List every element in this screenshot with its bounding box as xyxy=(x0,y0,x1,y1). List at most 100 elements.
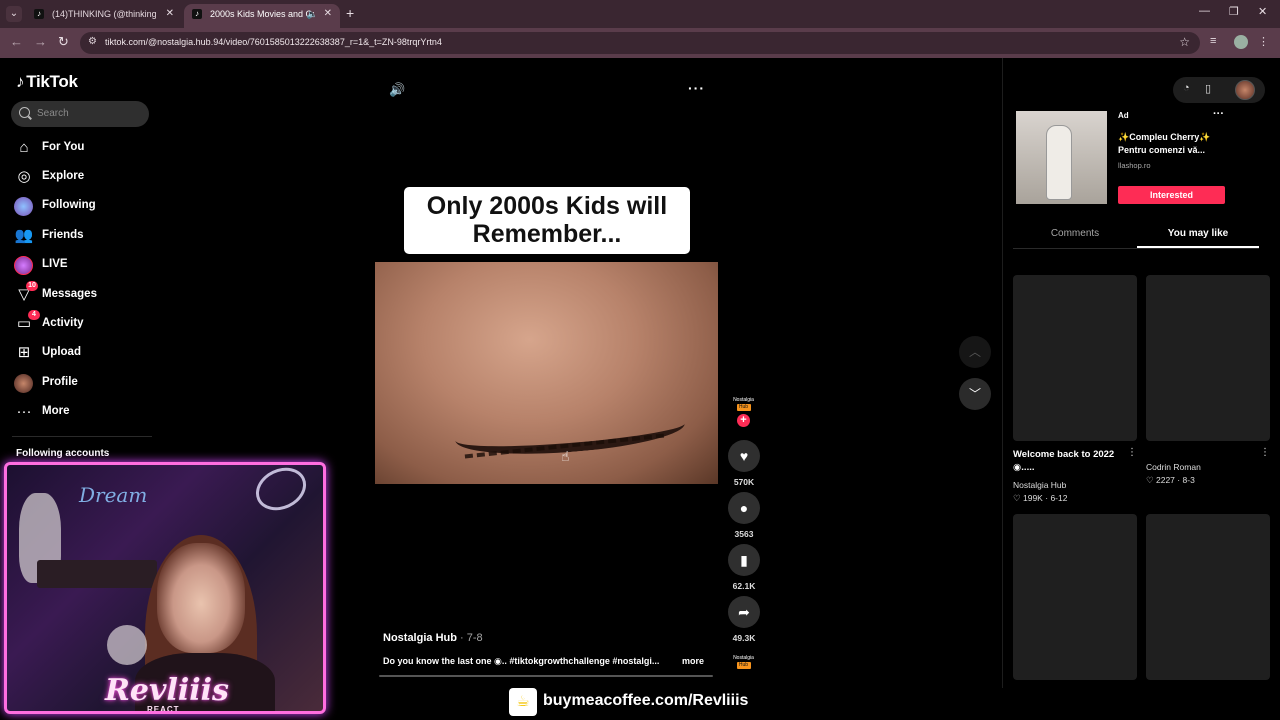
close-window-button[interactable]: ✕ xyxy=(1258,5,1267,18)
nav-friends[interactable]: 👥 Friends xyxy=(14,226,154,248)
heart-icon: ♥ xyxy=(739,448,749,464)
share-count: 49.3K xyxy=(732,633,756,643)
volume-icon[interactable]: 🔊 xyxy=(389,82,405,98)
tab-search-dropdown-icon[interactable]: ⌄ xyxy=(6,6,22,22)
nav-label: Messages xyxy=(42,288,97,300)
back-arrow-icon[interactable]: ← xyxy=(10,34,23,49)
compass-icon: ◎ xyxy=(17,168,31,185)
neon-sign-text: Dream xyxy=(79,483,148,507)
ad-thumbnail[interactable] xyxy=(1016,111,1107,204)
top-right-tools: ◔ ▯ xyxy=(1173,77,1265,103)
video-author-name[interactable]: Nostalgia Hub xyxy=(383,632,457,644)
video-date: · 7-8 xyxy=(456,632,483,644)
tiktok-logo[interactable]: ♪ TikTok xyxy=(16,72,78,92)
tab-title: 2000s Kids Movies and Car xyxy=(210,9,314,19)
ad-more-icon[interactable]: ··· xyxy=(1213,108,1224,120)
nav-label: More xyxy=(42,405,70,417)
home-icon: ⌂ xyxy=(19,139,29,156)
address-bar[interactable]: ⚙ tiktok.com/@nostalgia.hub.94/video/760… xyxy=(80,32,1200,54)
save-button[interactable]: ▮ xyxy=(728,544,760,576)
nav-more[interactable]: ··· More xyxy=(14,402,154,424)
suggested-video-card[interactable] xyxy=(1013,514,1137,680)
nav-upload[interactable]: ⊞ Upload xyxy=(14,343,154,365)
video-description-text: Do you know the last one ◉.. #tiktokgrow… xyxy=(383,656,660,666)
comment-icon: ● xyxy=(739,500,749,516)
more-dots-icon: ··· xyxy=(16,403,32,420)
minimize-button[interactable]: — xyxy=(1199,5,1210,17)
nav-for-you[interactable]: ⌂ For You xyxy=(14,138,154,160)
card-author[interactable]: Codrin Roman xyxy=(1146,462,1201,472)
streamer-face xyxy=(157,543,245,653)
card-date: 6-12 xyxy=(1050,493,1068,503)
card-date: 8-3 xyxy=(1182,475,1195,485)
user-avatar-icon[interactable] xyxy=(1235,80,1255,100)
browser-profile-avatar[interactable] xyxy=(1234,35,1248,49)
like-button[interactable]: ♥ xyxy=(728,440,760,472)
tiktok-favicon-icon: ♪ xyxy=(192,9,202,19)
media-controls-icon[interactable]: ≡ xyxy=(1210,35,1216,47)
reload-icon[interactable]: ↻ xyxy=(58,34,69,50)
search-placeholder: Search xyxy=(37,108,69,119)
streamer-brand-logo: Revliiis xyxy=(105,673,229,708)
logo-text: TikTok xyxy=(26,72,78,91)
video-more-icon[interactable]: ··· xyxy=(688,80,705,96)
follow-plus-button[interactable]: + xyxy=(737,414,750,427)
tab-you-may-like[interactable]: You may like xyxy=(1137,222,1259,248)
browser-toolbar: ← → ↻ ⚙ tiktok.com/@nostalgia.hub.94/vid… xyxy=(0,28,1280,58)
streamer-webcam-overlay: Dream Revliiis REACT xyxy=(4,462,326,714)
browser-tab-thinking[interactable]: ♪ (14)THINKING (@thinking.ro)'s ✕ xyxy=(26,4,182,28)
tab-audio-icon[interactable]: 🔈 xyxy=(307,4,318,24)
author-avatar-hub: Hub xyxy=(736,404,751,411)
suggested-video-card[interactable] xyxy=(1013,275,1137,441)
card-meta: ♡ 199K · 6-12 xyxy=(1013,493,1067,504)
compass-tool-icon[interactable]: ◔ xyxy=(1183,82,1190,94)
ad-interested-button[interactable]: Interested xyxy=(1118,186,1225,204)
video-author-line[interactable]: Nostalgia Hub · 7-8 xyxy=(383,632,483,644)
suggested-video-card[interactable] xyxy=(1146,514,1270,680)
room-shelf xyxy=(37,560,157,588)
next-video-button[interactable]: ﹀ xyxy=(959,378,991,410)
nav-profile[interactable]: Profile xyxy=(14,373,154,395)
browser-menu-icon[interactable]: ⋮ xyxy=(1258,35,1269,48)
share-button[interactable]: ➦ xyxy=(728,596,760,628)
card-more-icon[interactable]: ⋮ xyxy=(1260,447,1270,458)
card-meta: ♡ 2227 · 8-3 xyxy=(1146,475,1195,486)
card-likes: 2227 xyxy=(1156,475,1175,485)
device-icon[interactable]: ▯ xyxy=(1205,82,1211,95)
nav-activity[interactable]: ▭ 4 Activity xyxy=(14,310,154,336)
nav-label: Activity xyxy=(42,317,84,329)
ad-title[interactable]: ✨Compleu Cherry✨ Pentru comenzi vă... xyxy=(1118,131,1230,157)
tab-close-icon[interactable]: ✕ xyxy=(166,4,174,24)
tab-close-icon[interactable]: ✕ xyxy=(324,4,332,24)
video-progress-bar[interactable] xyxy=(379,675,713,677)
suggested-video-card[interactable] xyxy=(1146,275,1270,441)
author-avatar-small[interactable]: Nostalgia Hub xyxy=(730,655,757,669)
description-more-link[interactable]: more xyxy=(682,656,704,666)
nav-live[interactable]: LIVE xyxy=(14,255,154,277)
card-title[interactable]: Welcome back to 2022 ◉..... xyxy=(1013,448,1133,474)
site-info-icon[interactable]: ⚙ xyxy=(88,36,97,47)
neon-ring-sign xyxy=(248,465,314,519)
nav-following[interactable]: Following xyxy=(14,196,154,218)
tiktok-favicon-icon: ♪ xyxy=(34,9,44,19)
new-tab-button[interactable]: + xyxy=(346,5,354,21)
tab-comments[interactable]: Comments xyxy=(1013,222,1137,248)
nav-label: Upload xyxy=(42,346,81,358)
meta-separator: · xyxy=(1045,493,1049,503)
restore-button[interactable]: ❐ xyxy=(1229,5,1239,18)
comment-button[interactable]: ● xyxy=(728,492,760,524)
nav-explore[interactable]: ◎ Explore xyxy=(14,167,154,189)
previous-video-button[interactable]: ︿ xyxy=(959,336,991,368)
bookmark-star-icon[interactable]: ☆ xyxy=(1179,35,1190,49)
card-author[interactable]: Nostalgia Hub xyxy=(1013,480,1066,490)
following-avatar-icon xyxy=(14,197,33,216)
search-input[interactable]: Search xyxy=(11,101,149,127)
card-more-icon[interactable]: ⋮ xyxy=(1127,447,1137,458)
author-avatar-text: Nostalgia xyxy=(733,655,754,661)
video-player[interactable] xyxy=(375,262,718,484)
forward-arrow-icon[interactable]: → xyxy=(34,34,47,49)
browser-tab-active[interactable]: ♪ 2000s Kids Movies and Car 🔈 ✕ xyxy=(184,4,340,28)
nav-messages[interactable]: ▽ 10 Messages xyxy=(14,281,154,307)
bookmark-icon: ▮ xyxy=(740,552,748,568)
ad-model-figure xyxy=(1046,125,1072,200)
